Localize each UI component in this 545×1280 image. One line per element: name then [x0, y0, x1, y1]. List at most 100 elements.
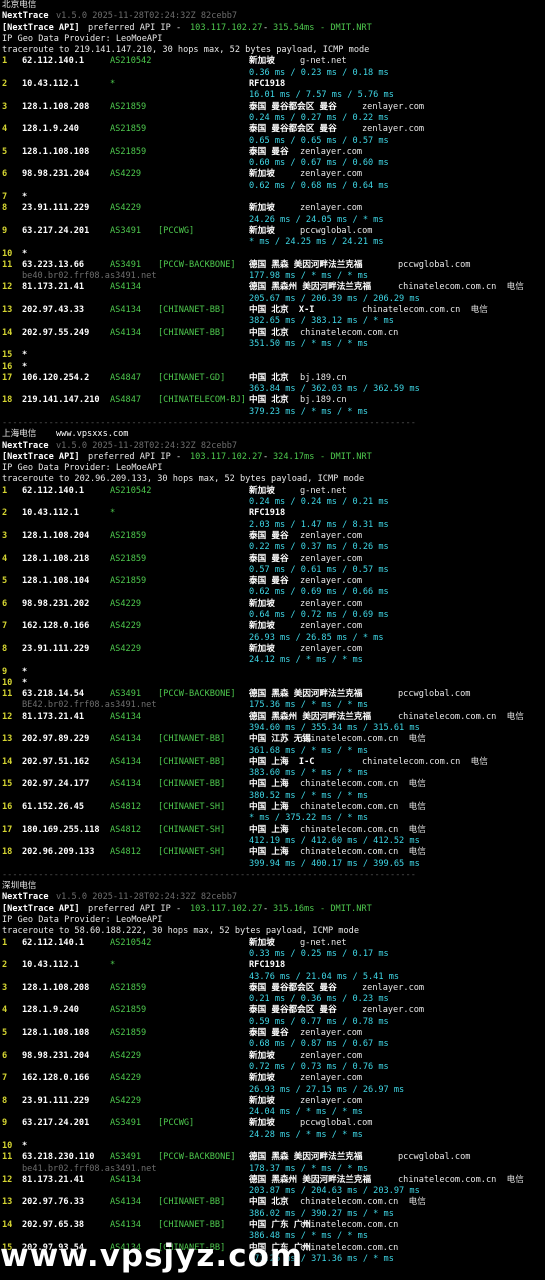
hop-number: 3 [2, 982, 8, 993]
section-title-text: 深圳电信 [2, 881, 37, 892]
api-prefix: [NextTrace API] [2, 22, 80, 33]
hop-geo: 中国 上海 [249, 847, 289, 858]
hop-geo: 中国 上海 [249, 802, 289, 813]
api-sep: - [263, 451, 269, 462]
hop-asn: AS4847 [110, 372, 142, 383]
hop-rtt: 0.21 ms / 0.36 ms / 0.23 ms [249, 994, 389, 1005]
hop-rtt: 175.36 ms / * ms / * ms [249, 700, 368, 711]
hop-number: 14 [2, 1220, 13, 1231]
hop-row: 15 * [0, 350, 545, 361]
hop-row: 5 128.1.108.108 AS21859 泰国 曼谷 zenlayer.com [0, 147, 545, 158]
hop-tag: [PCCWG] [158, 225, 195, 236]
hop-rtt-row: 0.33 ms / 0.25 ms / 0.17 ms [0, 949, 545, 960]
hop-asn: AS21859 [110, 982, 147, 993]
hop-number: 4 [2, 124, 8, 135]
hop-row: 5 128.1.108.108 AS21859 泰国 曼谷 zenlayer.com [0, 1028, 545, 1039]
hop-tag: [CHINANET-BB] [158, 1220, 226, 1231]
traceroute-header: traceroute to 58.60.188.222, 30 hops max… [2, 926, 359, 937]
section-title: 上海电信 www.vpsxxs.com [0, 429, 545, 440]
hop-host: g-net.net [300, 485, 347, 496]
hop-rtt: 24.28 ms / * ms / * ms [249, 1129, 363, 1140]
hop-geo: 中国 北京 [249, 1197, 289, 1208]
hop-number: 9 [2, 1118, 8, 1129]
api-tail: - DMIT.NRT [320, 451, 372, 462]
tool-version: v1.5.0 2025-11-28T02:24:32Z 82cebb7 [56, 892, 238, 903]
hop-row: 5 128.1.108.104 AS21859 泰国 曼谷 zenlayer.com [0, 576, 545, 587]
hop-host: g-net.net [300, 937, 347, 948]
hop-rtt-row: 16.01 ms / 7.57 ms / 5.76 ms [0, 90, 545, 101]
terminal-output: 北京电信 NextTrace v1.5.0 2025-11-28T02:24:32Z… [0, 0, 545, 1280]
hop-row: 16 * [0, 362, 545, 373]
hop-geo: 新加坡 [249, 203, 275, 214]
hop-number: 2 [2, 79, 8, 90]
hop-tag: [CHINANET-BB] [158, 327, 226, 338]
hop-row: 4 128.1.9.240 AS21859 泰国 曼谷都会区 曼谷 zenlayer.c… [0, 124, 545, 135]
hop-asn: AS4229 [110, 643, 142, 654]
hop-number: 18 [2, 847, 13, 858]
hop-asn: AS3491 [110, 225, 142, 236]
hop-number: 8 [2, 203, 8, 214]
api-ip: 103.117.102.27 [190, 903, 263, 914]
api-prefix: [NextTrace API] [2, 451, 80, 462]
hop-rtt: 177.98 ms / * ms / * ms [249, 271, 368, 282]
hop-host: chinatelecom.com.cn 电信 [300, 802, 426, 813]
hop-rtt: 2.03 ms / 1.47 ms / 8.31 ms [249, 519, 389, 530]
hop-ip: 202.97.24.177 [22, 779, 90, 790]
separator: ----------------------------------------… [0, 418, 545, 429]
hop-geo: 新加坡 [249, 1073, 275, 1084]
hop-row: 14 202.97.51.162 AS4134 [CHINANET-BB] 中国 上海 … [0, 757, 545, 768]
hop-reverse-dns: BE42.br02.frf08.as3491.net [22, 700, 157, 711]
hop-geo: 新加坡 [249, 56, 275, 67]
hop-rtt: 0.62 ms / 0.69 ms / 0.66 ms [249, 587, 389, 598]
hop-number: 13 [2, 734, 13, 745]
hop-asn: * [110, 79, 116, 90]
hop-row: 2 10.43.112.1 * RFC1918 [0, 960, 545, 971]
hop-rtt: 0.65 ms / 0.65 ms / 0.57 ms [249, 135, 389, 146]
hop-row: 12 81.173.21.41 AS4134 德国 黑森州 美因河畔法兰克福 china… [0, 712, 545, 723]
hop-rtt: * ms / 24.25 ms / 24.21 ms [249, 237, 384, 248]
hop-rtt-row: 363.84 ms / 362.03 ms / 362.59 ms [0, 384, 545, 395]
hop-host: chinatelecom.com.cn [300, 1242, 399, 1253]
hop-row: 13 202.97.43.33 AS4134 [CHINANET-BB] 中国 北京 X… [0, 305, 545, 316]
hop-rtt: 379.23 ms / * ms / * ms [249, 406, 368, 417]
hop-row: 7 * [0, 192, 545, 203]
hop-ip: 63.223.13.66 [22, 259, 85, 270]
hop-row: 3 128.1.108.204 AS21859 泰国 曼谷 zenlayer.com [0, 531, 545, 542]
hop-rtt-row: 203.87 ms / 204.63 ms / 203.97 ms [0, 1186, 545, 1197]
hop-row: 17 106.120.254.2 AS4847 [CHINANET-GD] 中国 北京 b… [0, 373, 545, 384]
hop-rtt: 26.93 ms / 27.15 ms / 26.97 ms [249, 1084, 405, 1095]
hop-asn: AS3491 [110, 259, 142, 270]
hop-rtt: 0.59 ms / 0.77 ms / 0.78 ms [249, 1016, 389, 1027]
hop-asn: AS21859 [110, 101, 147, 112]
hop-rtt: 412.19 ms / 412.60 ms / 412.52 ms [249, 835, 420, 846]
hop-row: 2 10.43.112.1 * RFC1918 [0, 508, 545, 519]
hop-tag: [CHINANET-BB] [158, 1197, 226, 1208]
hop-rtt-row: * ms / 24.25 ms / 24.21 ms [0, 237, 545, 248]
hop-rtt: 383.60 ms / * ms / * ms [249, 768, 368, 779]
hop-rtt-row: 2.03 ms / 1.47 ms / 8.31 ms [0, 520, 545, 531]
hop-ip: 63.217.24.201 [22, 225, 90, 236]
hop-number: 4 [2, 1005, 8, 1016]
hop-number: 6 [2, 1050, 8, 1061]
hop-host: zenlayer.com [300, 1028, 363, 1039]
hop-row: 6 98.98.231.204 AS4229 新加坡 zenlayer.com [0, 169, 545, 180]
hop-row: 13 202.97.76.33 AS4134 [CHINANET-BB] 中国 北京 ch… [0, 1197, 545, 1208]
hop-rtt: 24.26 ms / 24.05 ms / * ms [249, 214, 384, 225]
hop-reverse-dns: be40.br02.frf08.as3491.net [22, 271, 157, 282]
hop-geo: 德国 黑森 美因河畔法兰克福 [249, 689, 363, 700]
hop-rtt: 0.57 ms / 0.61 ms / 0.57 ms [249, 564, 389, 575]
hop-ip: 98.98.231.202 [22, 598, 90, 609]
hop-number: 9 [2, 666, 8, 677]
hop-number: 1 [2, 485, 8, 496]
hop-ip: 202.96.209.133 [22, 847, 95, 858]
hop-row: 10 * [0, 1141, 545, 1152]
hop-ip: 62.112.140.1 [22, 56, 85, 67]
hop-row: 2 10.43.112.1 * RFC1918 [0, 79, 545, 90]
hop-row: 9 * [0, 667, 545, 678]
hop-geo: 新加坡 [249, 598, 275, 609]
hop-ip: 62.112.140.1 [22, 937, 85, 948]
hop-host: zenlayer.com [300, 146, 363, 157]
hop-rtt-row: 0.24 ms / 0.27 ms / 0.22 ms [0, 113, 545, 124]
hop-host: zenlayer.com [300, 1095, 363, 1106]
tool-line: NextTrace v1.5.0 2025-11-28T02:24:32Z 82c… [0, 892, 545, 903]
